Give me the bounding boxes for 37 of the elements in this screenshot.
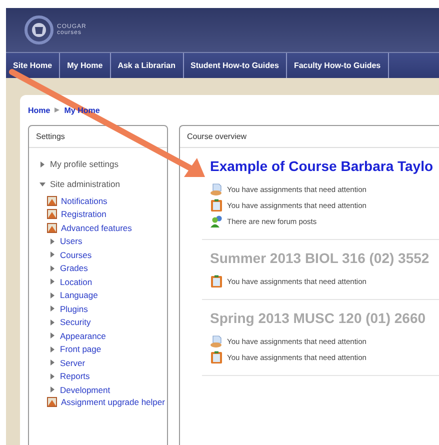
tree-item[interactable]: My profile settings — [50, 159, 118, 169]
course-title-link[interactable]: Example of Course Barbara Taylo — [210, 158, 439, 174]
document-icon — [210, 334, 223, 348]
tree-link[interactable]: Security — [60, 317, 91, 328]
tree-link[interactable]: Location — [60, 276, 92, 287]
tree-link[interactable]: Appearance — [60, 330, 106, 341]
tree-link[interactable]: Plugins — [60, 304, 88, 314]
tree-link[interactable]: Grades — [60, 263, 88, 274]
block-title: Settings — [29, 126, 167, 148]
tree-link[interactable]: Registration — [61, 209, 106, 220]
expanded-triangle-icon[interactable] — [39, 180, 46, 188]
tree-item[interactable]: Site administration — [50, 179, 120, 189]
collapsed-triangle-icon[interactable] — [39, 160, 46, 168]
clipboard-icon — [210, 350, 223, 364]
admin-page-icon — [47, 209, 57, 220]
admin-page-icon — [47, 222, 57, 233]
tree-link[interactable]: Server — [60, 358, 86, 368]
block-title: Course overview — [180, 126, 439, 148]
clipboard-icon — [210, 198, 223, 212]
breadcrumb-link[interactable]: Home — [28, 106, 50, 114]
tree-link[interactable]: Courses — [60, 250, 92, 260]
tree-link[interactable]: Assignment upgrade helper — [61, 396, 165, 406]
forum-users-icon — [210, 214, 223, 228]
tree-link[interactable]: Advanced features — [61, 222, 132, 233]
tree-link[interactable]: Reports — [60, 371, 90, 382]
document-icon — [210, 182, 223, 196]
breadcrumb-separator-icon — [54, 107, 60, 113]
tree-link[interactable]: Language — [60, 290, 98, 300]
admin-page-icon — [47, 196, 57, 206]
cougar-logo-icon — [24, 15, 54, 45]
breadcrumb-link[interactable]: My Home — [64, 106, 100, 114]
tree-link[interactable]: Users — [60, 236, 82, 246]
clipboard-icon — [210, 274, 223, 288]
tree-link[interactable]: Front page — [60, 344, 102, 354]
tree-link[interactable]: Development — [60, 384, 110, 395]
tree-link[interactable]: Notifications — [61, 196, 108, 206]
admin-page-icon — [47, 396, 57, 406]
